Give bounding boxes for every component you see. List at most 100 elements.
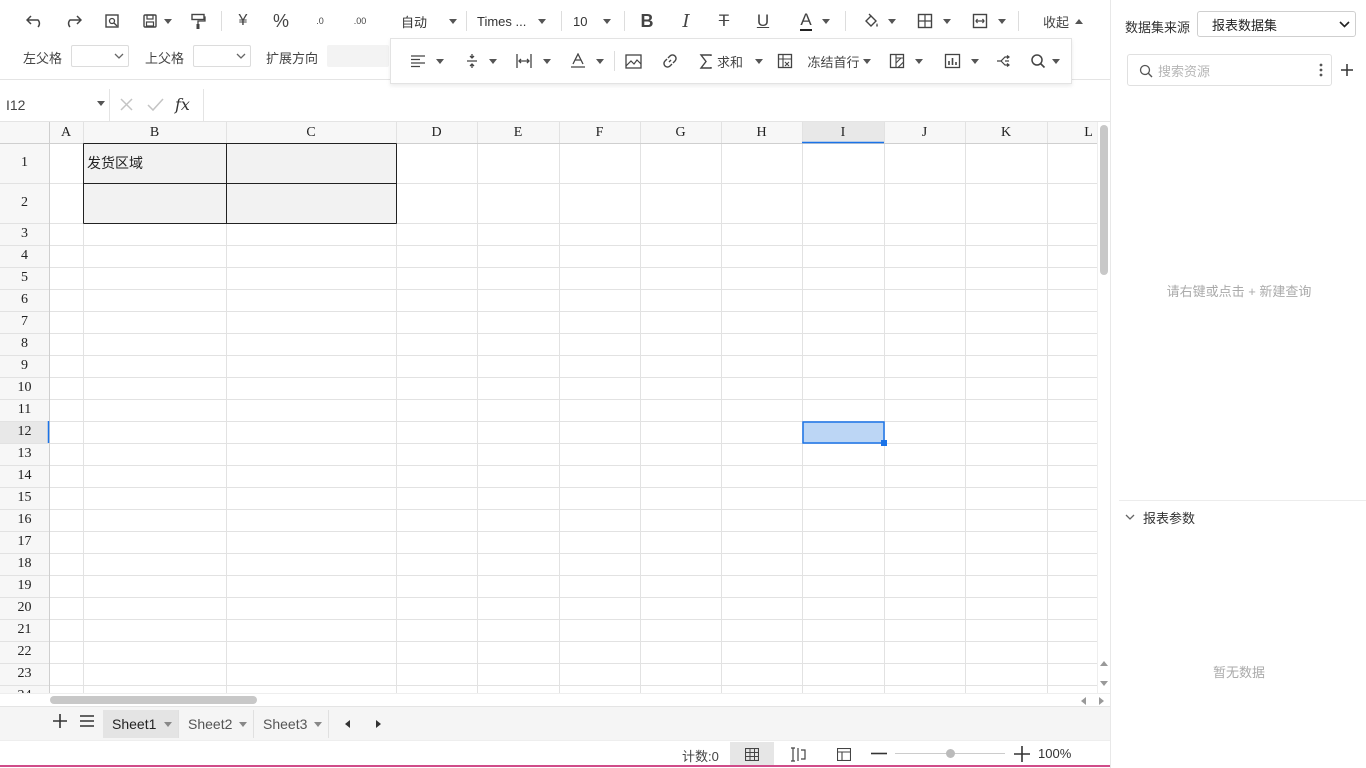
scroll-left-icon[interactable] [1081, 697, 1086, 705]
italic-button[interactable]: I [676, 8, 696, 34]
horizontal-scroll-thumb[interactable] [50, 696, 257, 704]
add-sheet-icon[interactable] [53, 714, 67, 728]
scroll-down-icon[interactable] [1100, 681, 1108, 686]
row-header-6[interactable]: 6 [0, 289, 49, 311]
insert-image-button[interactable] [622, 48, 644, 74]
row-header-10[interactable]: 10 [0, 377, 49, 399]
row-header-16[interactable]: 16 [0, 509, 49, 531]
split-button[interactable] [993, 48, 1013, 74]
scroll-up-icon[interactable] [1100, 661, 1108, 666]
spreadsheet-grid[interactable]: ABCDEFGHIJKL 1 2 3 4 5 6 7 8 9 10 11 12 13 14 15 16 17 18… [0, 122, 1097, 693]
row-header-11[interactable]: 11 [0, 399, 49, 421]
font-family-select[interactable]: Times ... [477, 8, 547, 34]
number-format-select[interactable]: 自动 [401, 8, 458, 34]
column-header-d[interactable]: D [396, 122, 477, 143]
page-layout-view-button[interactable] [822, 742, 866, 766]
font-color-button[interactable]: A [795, 8, 835, 34]
zoom-out-icon[interactable] [871, 752, 887, 755]
horizontal-align-button[interactable] [407, 48, 447, 74]
zoom-slider-handle[interactable] [945, 749, 955, 758]
column-header-i[interactable]: I [802, 122, 884, 143]
sheet-tab-sheet2[interactable]: Sheet2 [179, 710, 254, 738]
row-header-19[interactable]: 19 [0, 575, 49, 597]
currency-format-button[interactable]: ¥ [233, 8, 253, 34]
insert-chart-button[interactable] [940, 48, 982, 74]
row-header-7[interactable]: 7 [0, 311, 49, 333]
row-header-1[interactable]: 1 [0, 143, 49, 183]
confirm-icon[interactable] [147, 97, 164, 112]
text-wrap-button[interactable] [512, 48, 554, 74]
row-header-20[interactable]: 20 [0, 597, 49, 619]
row-header-21[interactable]: 21 [0, 619, 49, 641]
freeze-first-row-button[interactable]: 冻结首行 [805, 48, 873, 74]
report-params-header[interactable]: 报表参数 [1125, 508, 1195, 526]
zoom-in-icon[interactable] [1014, 746, 1030, 762]
horizontal-scrollbar[interactable] [0, 693, 1110, 706]
underline-button[interactable]: U [753, 8, 773, 34]
page-break-view-button[interactable] [776, 742, 820, 766]
sum-button[interactable]: 求和 [696, 48, 766, 74]
row-header-8[interactable]: 8 [0, 333, 49, 355]
add-resource-button[interactable] [1337, 58, 1357, 82]
merge-cells-button[interactable] [969, 8, 1009, 34]
find-button[interactable] [1027, 48, 1063, 74]
border-button[interactable] [915, 8, 953, 34]
conditional-format-button[interactable] [886, 48, 926, 74]
vertical-scrollbar[interactable] [1097, 122, 1110, 693]
search-input[interactable] [1158, 61, 1308, 81]
row-header-12[interactable]: 12 [0, 421, 49, 443]
chevron-down-icon[interactable] [239, 722, 247, 727]
format-painter-button[interactable] [187, 8, 209, 34]
expand-direction-select[interactable] [327, 45, 389, 67]
column-header-b[interactable]: B [83, 122, 226, 143]
resource-search[interactable] [1127, 54, 1332, 86]
more-options-icon[interactable] [1319, 63, 1323, 77]
fill-color-button[interactable] [860, 8, 898, 34]
strikethrough-button[interactable]: T [714, 8, 734, 34]
formula-input[interactable] [210, 89, 1100, 121]
cell-name-box[interactable]: I12 [0, 89, 110, 121]
row-header-13[interactable]: 13 [0, 443, 49, 465]
row-header-9[interactable]: 9 [0, 355, 49, 377]
column-header-g[interactable]: G [640, 122, 721, 143]
row-header-15[interactable]: 15 [0, 487, 49, 509]
column-header-e[interactable]: E [477, 122, 559, 143]
column-header-f[interactable]: F [559, 122, 640, 143]
sheet-tab-sheet1[interactable]: Sheet1 [103, 710, 179, 738]
sheet-list-icon[interactable] [80, 715, 94, 727]
row-header-5[interactable]: 5 [0, 267, 49, 289]
increase-decimal-button[interactable]: .0 [309, 8, 331, 34]
row-header-2[interactable]: 2 [0, 183, 49, 223]
chevron-down-icon[interactable] [314, 722, 322, 727]
cancel-icon[interactable] [119, 97, 134, 112]
row-header-24[interactable]: 24 [0, 685, 49, 693]
row-header-18[interactable]: 18 [0, 553, 49, 575]
collapse-toolbar-button[interactable]: 收起 [1040, 8, 1086, 34]
vertical-scroll-thumb[interactable] [1100, 125, 1108, 275]
top-parent-select[interactable] [193, 45, 251, 67]
text-rotate-button[interactable] [567, 48, 607, 74]
row-header-17[interactable]: 17 [0, 531, 49, 553]
decrease-decimal-button[interactable]: .00 [348, 8, 372, 34]
chevron-down-icon[interactable] [164, 722, 172, 727]
font-size-select[interactable]: 10 [573, 8, 612, 34]
scroll-right-icon[interactable] [1099, 697, 1104, 705]
left-parent-select[interactable] [71, 45, 129, 67]
next-sheet-icon[interactable] [376, 720, 381, 728]
undo-button[interactable] [24, 8, 46, 34]
column-header-c[interactable]: C [226, 122, 396, 143]
cell-b1[interactable]: 发货区域 [83, 143, 226, 183]
row-header-4[interactable]: 4 [0, 245, 49, 267]
row-header-22[interactable]: 22 [0, 641, 49, 663]
row-header-3[interactable]: 3 [0, 223, 49, 245]
save-button[interactable] [137, 8, 177, 34]
datasource-select[interactable]: 报表数据集 [1197, 11, 1356, 37]
percent-format-button[interactable]: % [271, 8, 291, 34]
column-header-k[interactable]: K [965, 122, 1047, 143]
row-header-23[interactable]: 23 [0, 663, 49, 685]
column-header-l[interactable]: L [1047, 122, 1097, 143]
insert-link-button[interactable] [659, 48, 681, 74]
column-header-h[interactable]: H [721, 122, 802, 143]
normal-view-button[interactable] [730, 742, 774, 766]
column-header-a[interactable]: A [49, 122, 83, 143]
